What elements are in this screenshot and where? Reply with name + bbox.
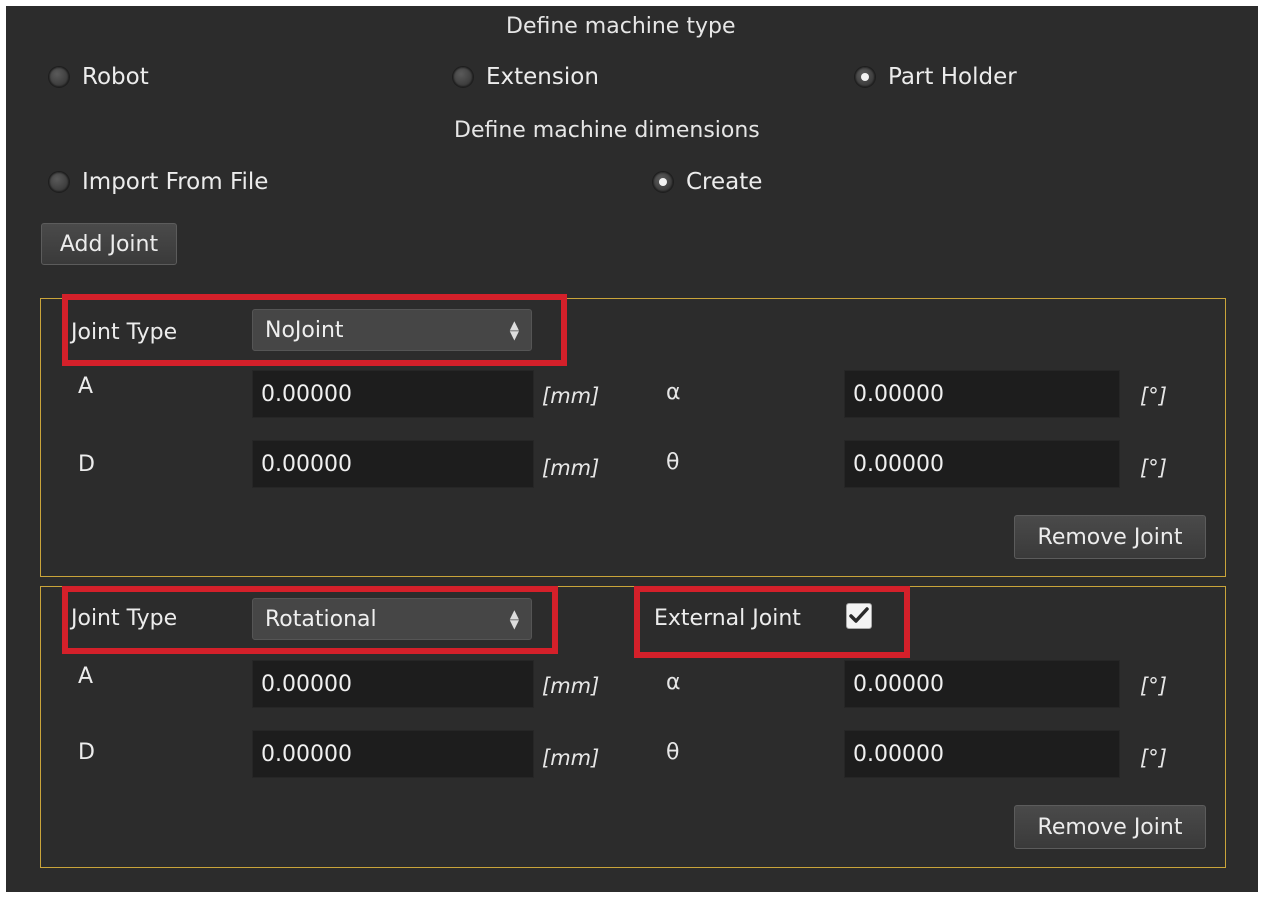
radio-extension[interactable]: Extension	[452, 64, 599, 90]
alpha-unit: [°]	[1140, 384, 1167, 408]
theta-field[interactable]: 0.00000	[844, 440, 1120, 488]
a-unit: [mm]	[542, 384, 600, 408]
theta-label: θ	[666, 740, 680, 765]
radio-import-label: Import From File	[82, 169, 269, 195]
a-field[interactable]: 0.00000	[252, 660, 534, 708]
theta-label: θ	[666, 450, 680, 475]
d-field[interactable]: 0.00000	[252, 440, 534, 488]
radio-button[interactable]	[854, 66, 876, 88]
radio-button[interactable]	[452, 66, 474, 88]
add-joint-button[interactable]: Add Joint	[41, 223, 177, 265]
machine-definition-panel: Define machine type Robot Extension Part…	[6, 6, 1258, 892]
remove-joint-button[interactable]: Remove Joint	[1014, 805, 1206, 849]
alpha-label: α	[666, 670, 681, 695]
theta-field[interactable]: 0.00000	[844, 730, 1120, 778]
highlight-joint-type-1	[62, 294, 567, 366]
radio-part-holder[interactable]: Part Holder	[854, 64, 1017, 90]
d-unit: [mm]	[542, 456, 600, 480]
alpha-field[interactable]: 0.00000	[844, 370, 1120, 418]
radio-part-holder-label: Part Holder	[888, 64, 1017, 90]
a-unit: [mm]	[542, 674, 600, 698]
d-label: D	[78, 452, 95, 477]
alpha-field[interactable]: 0.00000	[844, 660, 1120, 708]
highlight-joint-type-2	[62, 586, 558, 654]
a-field[interactable]: 0.00000	[252, 370, 534, 418]
d-label: D	[78, 740, 95, 765]
highlight-external-joint	[634, 586, 910, 658]
a-label: A	[78, 374, 94, 399]
d-field[interactable]: 0.00000	[252, 730, 534, 778]
radio-button[interactable]	[48, 171, 70, 193]
a-label: A	[78, 664, 94, 689]
theta-unit: [°]	[1140, 746, 1167, 770]
alpha-label: α	[666, 380, 681, 405]
remove-joint-button[interactable]: Remove Joint	[1014, 515, 1206, 559]
radio-button[interactable]	[48, 66, 70, 88]
radio-extension-label: Extension	[486, 64, 599, 90]
machine-type-heading: Define machine type	[506, 14, 736, 39]
radio-create-label: Create	[686, 169, 763, 195]
radio-create[interactable]: Create	[652, 169, 762, 195]
radio-import-from-file[interactable]: Import From File	[48, 169, 268, 195]
radio-button[interactable]	[652, 171, 674, 193]
dimensions-heading: Define machine dimensions	[454, 118, 760, 143]
d-unit: [mm]	[542, 746, 600, 770]
radio-robot[interactable]: Robot	[48, 64, 149, 90]
alpha-unit: [°]	[1140, 674, 1167, 698]
theta-unit: [°]	[1140, 456, 1167, 480]
radio-robot-label: Robot	[82, 64, 149, 90]
